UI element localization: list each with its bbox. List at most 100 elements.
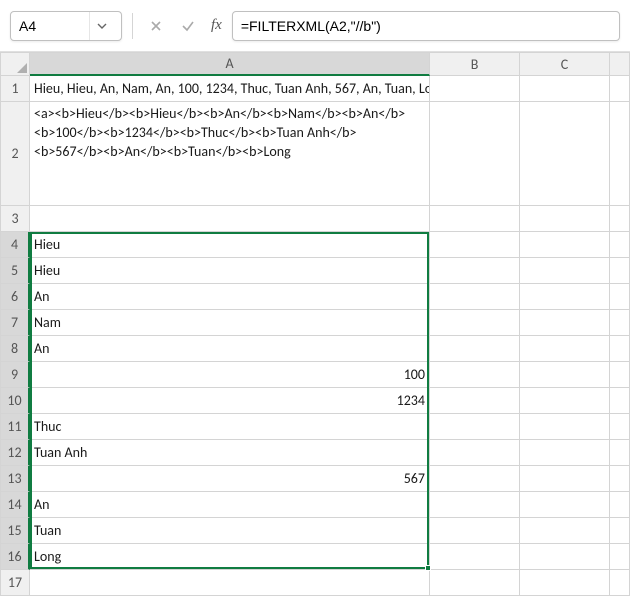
cell[interactable] [430, 518, 520, 544]
cell[interactable] [610, 388, 630, 414]
row-header[interactable]: 2 [0, 102, 30, 206]
row-header[interactable]: 16 [0, 544, 30, 570]
cell[interactable] [430, 492, 520, 518]
row-header[interactable]: 15 [0, 518, 30, 544]
formula-input[interactable] [232, 11, 620, 41]
cell[interactable] [30, 570, 430, 596]
grid[interactable]: ABC 1Hieu, Hieu, An, Nam, An, 100, 1234, … [0, 52, 630, 596]
cell[interactable] [520, 440, 610, 466]
name-box[interactable] [10, 11, 122, 41]
cell[interactable]: Tuan Anh [30, 440, 430, 466]
cell[interactable] [610, 102, 630, 206]
sheet-area: ABC 1Hieu, Hieu, An, Nam, An, 100, 1234, … [0, 52, 630, 596]
cell[interactable] [430, 284, 520, 310]
row-header[interactable]: 12 [0, 440, 30, 466]
cell[interactable] [520, 466, 610, 492]
cell[interactable] [610, 570, 630, 596]
cell[interactable] [430, 336, 520, 362]
cell[interactable] [610, 466, 630, 492]
cell[interactable]: An [30, 336, 430, 362]
cell[interactable]: An [30, 284, 430, 310]
row-header[interactable]: 4 [0, 232, 30, 258]
cell[interactable]: 100 [30, 362, 430, 388]
cell[interactable] [610, 414, 630, 440]
cell[interactable] [430, 102, 520, 206]
cell[interactable] [430, 466, 520, 492]
row-header[interactable]: 14 [0, 492, 30, 518]
row-header[interactable]: 7 [0, 310, 30, 336]
cell[interactable]: 1234 [30, 388, 430, 414]
row-header[interactable]: 17 [0, 570, 30, 596]
cell[interactable] [610, 440, 630, 466]
cell[interactable] [610, 362, 630, 388]
cell[interactable] [520, 102, 610, 206]
cell[interactable] [610, 284, 630, 310]
row-header[interactable]: 9 [0, 362, 30, 388]
cell[interactable] [610, 232, 630, 258]
cell[interactable] [520, 258, 610, 284]
row-header[interactable]: 6 [0, 284, 30, 310]
cell[interactable] [610, 76, 630, 102]
cell[interactable] [610, 492, 630, 518]
select-all-corner[interactable] [0, 52, 30, 76]
cell[interactable] [520, 544, 610, 570]
cell[interactable]: Thuc [30, 414, 430, 440]
cell[interactable] [30, 206, 430, 232]
cell[interactable] [430, 310, 520, 336]
cell[interactable] [430, 544, 520, 570]
cell[interactable]: Tuan [30, 518, 430, 544]
enter-button[interactable] [175, 13, 201, 39]
cell[interactable]: Long [30, 544, 430, 570]
cell[interactable] [520, 362, 610, 388]
cell[interactable] [520, 336, 610, 362]
cell[interactable]: Hieu, Hieu, An, Nam, An, 100, 1234, Thuc… [30, 76, 430, 102]
col-header-extra[interactable] [610, 52, 630, 76]
cell[interactable] [430, 206, 520, 232]
cell[interactable] [430, 388, 520, 414]
cell[interactable]: Nam [30, 310, 430, 336]
cell[interactable] [520, 492, 610, 518]
col-header-B[interactable]: B [430, 52, 520, 76]
row-header[interactable]: 13 [0, 466, 30, 492]
cell[interactable] [520, 570, 610, 596]
cell[interactable] [430, 258, 520, 284]
row-header[interactable]: 5 [0, 258, 30, 284]
cell[interactable] [520, 232, 610, 258]
col-header-A[interactable]: A [30, 52, 430, 76]
cell[interactable]: Hieu [30, 232, 430, 258]
row-header[interactable]: 11 [0, 414, 30, 440]
col-header-C[interactable]: C [520, 52, 610, 76]
cell[interactable] [520, 76, 610, 102]
cell[interactable] [610, 544, 630, 570]
cell[interactable] [430, 440, 520, 466]
cell[interactable] [610, 336, 630, 362]
row-header[interactable]: 8 [0, 336, 30, 362]
divider [132, 13, 133, 39]
cell[interactable] [520, 414, 610, 440]
cell[interactable] [430, 362, 520, 388]
cell[interactable] [610, 310, 630, 336]
cell[interactable] [520, 518, 610, 544]
cell[interactable] [430, 232, 520, 258]
fx-icon[interactable]: fx [207, 17, 226, 34]
cell[interactable]: 567 [30, 466, 430, 492]
name-box-dropdown[interactable] [89, 12, 113, 40]
cell[interactable] [430, 76, 520, 102]
cell[interactable]: <a><b>Hieu</b><b>Hieu</b><b>An</b><b>Nam… [30, 102, 430, 206]
cell[interactable]: An [30, 492, 430, 518]
row-header[interactable]: 1 [0, 76, 30, 102]
row-header[interactable]: 3 [0, 206, 30, 232]
cell[interactable] [520, 310, 610, 336]
cell[interactable] [520, 388, 610, 414]
cancel-button[interactable] [143, 13, 169, 39]
name-box-input[interactable] [11, 18, 89, 34]
cell[interactable] [610, 518, 630, 544]
cell[interactable] [520, 284, 610, 310]
cell[interactable] [610, 258, 630, 284]
cell[interactable] [610, 206, 630, 232]
row-header[interactable]: 10 [0, 388, 30, 414]
cell[interactable] [520, 206, 610, 232]
cell[interactable] [430, 414, 520, 440]
cell[interactable] [430, 570, 520, 596]
cell[interactable]: Hieu [30, 258, 430, 284]
